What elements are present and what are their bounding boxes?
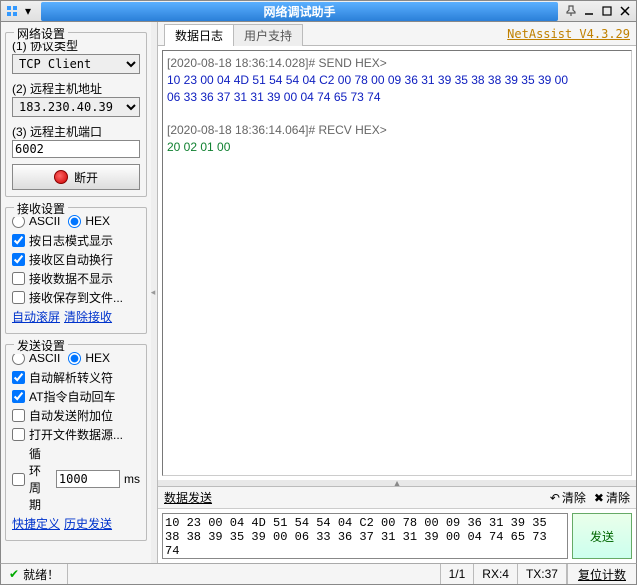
- send-loop-checkbox[interactable]: [12, 473, 25, 486]
- delete-icon: ✖: [594, 491, 604, 505]
- send-textarea[interactable]: [162, 513, 568, 559]
- clear-recv-link[interactable]: 清除接收: [64, 308, 112, 325]
- log-send-body-1: 10 23 00 04 4D 51 54 54 04 C2 00 78 00 0…: [167, 72, 627, 89]
- log-send-timestamp: [2020-08-18 18:36:14.028]# SEND HEX>: [167, 56, 387, 70]
- history-send-link[interactable]: 历史发送: [64, 515, 112, 532]
- log-send-body-2: 06 33 36 37 31 31 39 00 04 74 65 73 74: [167, 89, 627, 106]
- content-area: 数据日志 用户支持 NetAssist V4.3.29 [2020-08-18 …: [157, 22, 636, 563]
- maximize-icon[interactable]: [600, 4, 614, 18]
- log-recv-timestamp: [2020-08-18 18:36:14.064]# RECV HEX>: [167, 123, 387, 137]
- clear-button-1[interactable]: ↶ 清除: [550, 489, 586, 506]
- connection-status-icon: [54, 170, 68, 184]
- status-spacer: [68, 564, 441, 584]
- status-bar: ✔ 就绪！ 1/1 RX:4 TX:37 复位计数: [0, 563, 637, 585]
- remote-port-label: (3) 远程主机端口: [12, 123, 140, 140]
- send-settings-group: 发送设置 ASCII HEX 自动解析转义符 AT指令自动回车 自动发送附加位 …: [5, 344, 147, 541]
- status-counter: 1/1: [441, 564, 475, 584]
- tab-user-support[interactable]: 用户支持: [233, 24, 303, 46]
- remote-host-label: (2) 远程主机地址: [12, 80, 140, 97]
- tabs-row: 数据日志 用户支持 NetAssist V4.3.29: [158, 22, 636, 46]
- recv-hide-checkbox[interactable]: 接收数据不显示: [12, 270, 140, 287]
- send-panel-title: 数据发送: [164, 489, 212, 506]
- network-settings-legend: 网络设置: [14, 25, 68, 42]
- status-ready-text: 就绪！: [23, 566, 59, 583]
- recv-save-file-checkbox[interactable]: 接收保存到文件...: [12, 289, 140, 306]
- send-loop-label: 循环周期: [29, 445, 52, 513]
- network-settings-group: 网络设置 (1) 协议类型 TCP Client (2) 远程主机地址 183.…: [5, 32, 147, 197]
- undo-icon: ↶: [550, 491, 560, 505]
- status-ready-cell: ✔ 就绪！: [1, 564, 68, 584]
- log-area[interactable]: [2020-08-18 18:36:14.028]# SEND HEX> 10 …: [162, 50, 632, 476]
- dropdown-icon[interactable]: ▾: [21, 4, 35, 18]
- version-link[interactable]: NetAssist V4.3.29: [507, 27, 630, 41]
- window-title: 网络调试助手: [41, 2, 558, 21]
- log-recv-body: 20 02 01 00: [167, 139, 627, 156]
- status-tx: TX:37: [518, 564, 567, 584]
- app-menu-icon[interactable]: [5, 4, 19, 18]
- recv-settings-group: 接收设置 ASCII HEX 按日志模式显示 接收区自动换行 接收数据不显示 接…: [5, 207, 147, 334]
- protocol-select[interactable]: TCP Client: [12, 54, 140, 74]
- disconnect-button[interactable]: 断开: [12, 164, 140, 190]
- status-rx: RX:4: [474, 564, 518, 584]
- send-openfile-checkbox[interactable]: 打开文件数据源...: [12, 426, 140, 443]
- remote-port-input[interactable]: [12, 140, 140, 158]
- send-escape-checkbox[interactable]: 自动解析转义符: [12, 369, 140, 386]
- send-loop-row: 循环周期 ms: [12, 445, 140, 513]
- send-loop-unit: ms: [124, 472, 140, 486]
- sidebar: 网络设置 (1) 协议类型 TCP Client (2) 远程主机地址 183.…: [1, 22, 151, 563]
- title-bar: ▾ 网络调试助手: [0, 0, 637, 22]
- main-area: 网络设置 (1) 协议类型 TCP Client (2) 远程主机地址 183.…: [0, 22, 637, 563]
- tab-data-log[interactable]: 数据日志: [164, 24, 234, 46]
- send-loop-input[interactable]: [56, 470, 120, 488]
- shortcut-link[interactable]: 快捷定义: [12, 515, 60, 532]
- recv-settings-legend: 接收设置: [14, 200, 68, 217]
- send-settings-legend: 发送设置: [14, 337, 68, 354]
- remote-host-select[interactable]: 183.230.40.39: [12, 97, 140, 117]
- recv-hex-radio[interactable]: HEX: [68, 214, 110, 228]
- reset-counter-link[interactable]: 复位计数: [567, 564, 636, 584]
- send-panel: 数据发送 ↶ 清除 ✖ 清除 发送: [158, 486, 636, 563]
- minimize-icon[interactable]: [582, 4, 596, 18]
- clear-button-2[interactable]: ✖ 清除: [594, 489, 630, 506]
- autoscroll-link[interactable]: 自动滚屏: [12, 308, 60, 325]
- send-atcr-checkbox[interactable]: AT指令自动回车: [12, 388, 140, 405]
- send-append-checkbox[interactable]: 自动发送附加位: [12, 407, 140, 424]
- status-ok-icon: ✔: [9, 567, 19, 581]
- disconnect-label: 断开: [74, 169, 98, 186]
- pin-icon[interactable]: [564, 4, 578, 18]
- recv-autowrap-checkbox[interactable]: 接收区自动换行: [12, 251, 140, 268]
- send-button[interactable]: 发送: [572, 513, 632, 559]
- close-icon[interactable]: [618, 4, 632, 18]
- recv-log-mode-checkbox[interactable]: 按日志模式显示: [12, 232, 140, 249]
- send-hex-radio[interactable]: HEX: [68, 351, 110, 365]
